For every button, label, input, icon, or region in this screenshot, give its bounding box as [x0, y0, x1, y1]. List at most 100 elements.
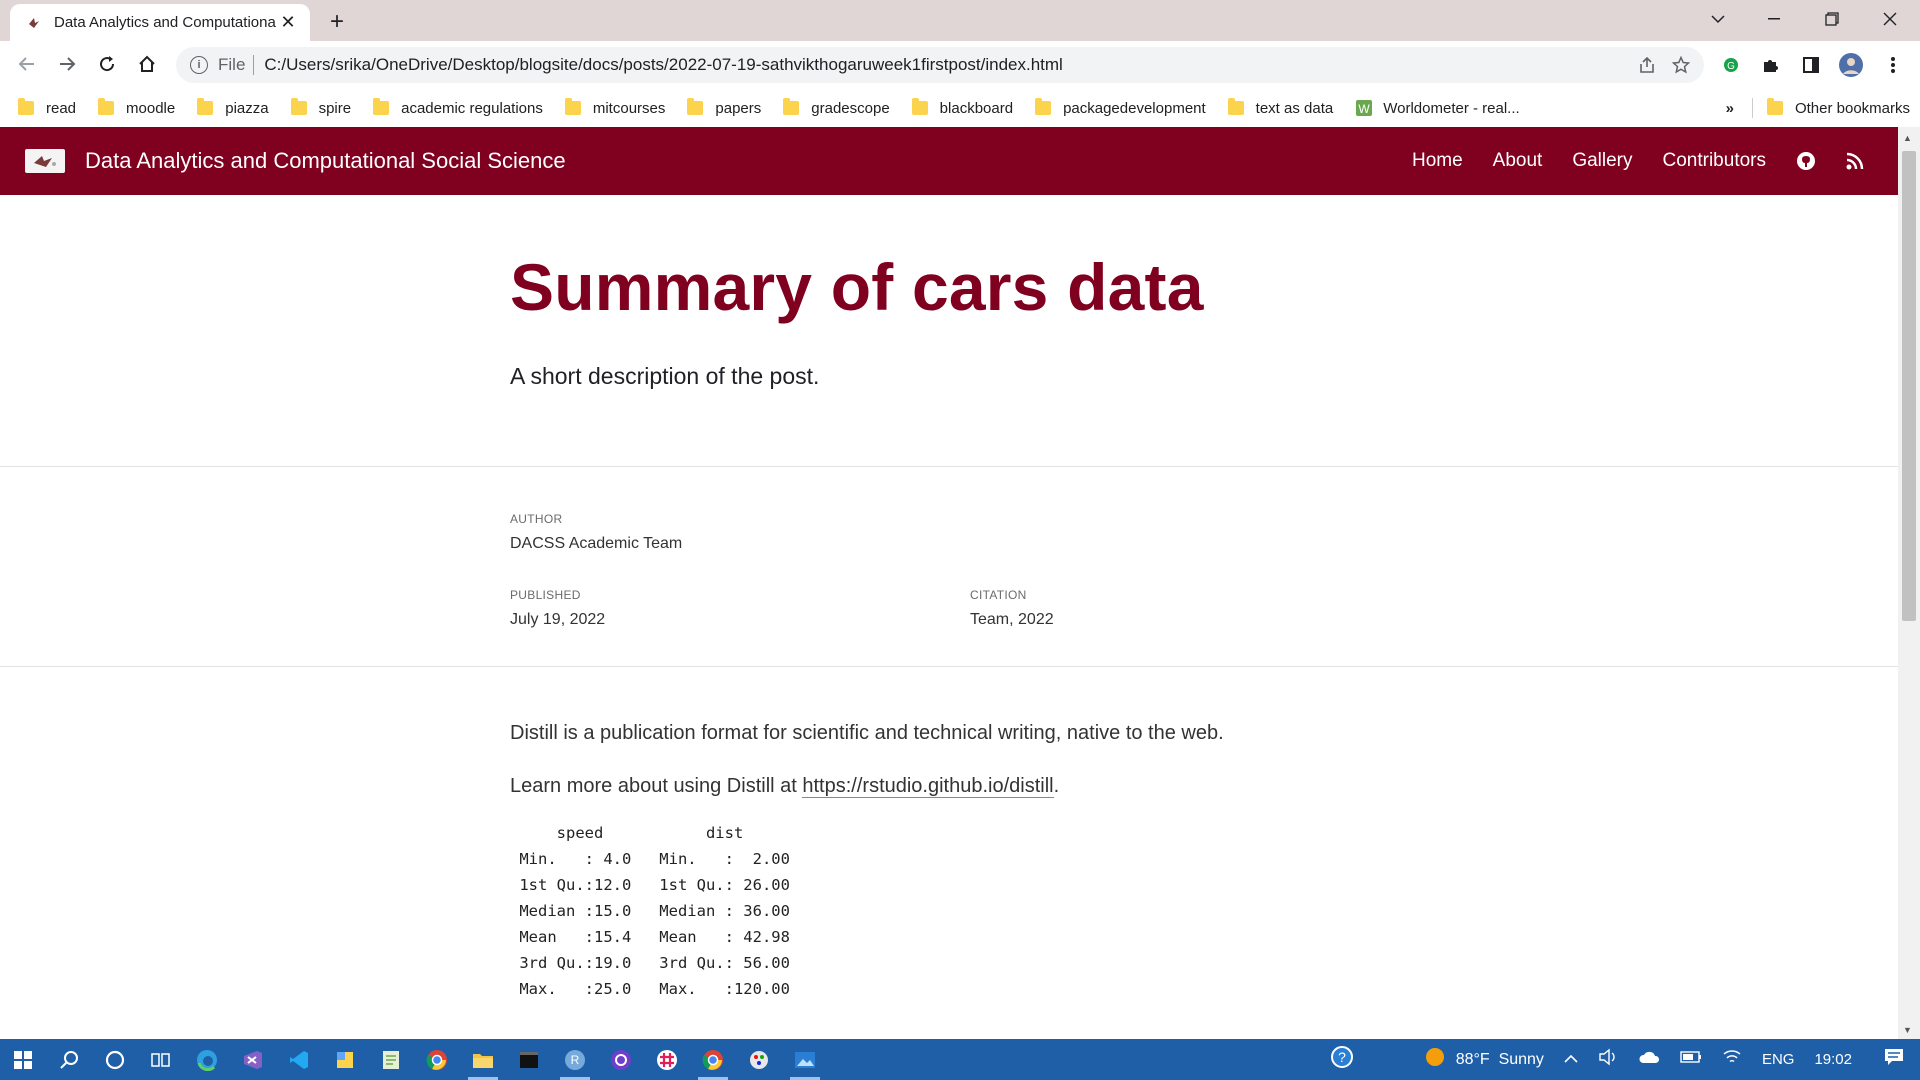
- bookmark-label: piazza: [225, 99, 269, 117]
- site-logo[interactable]: [25, 149, 65, 173]
- bookmark-worldometer[interactable]: W Worldometer - real...: [1355, 99, 1520, 117]
- address-bar[interactable]: i File C:/Users/srika/OneDrive/Desktop/b…: [176, 47, 1704, 83]
- browser-toolbar: i File C:/Users/srika/OneDrive/Desktop/b…: [0, 41, 1920, 89]
- folder-icon: [98, 98, 115, 115]
- new-tab-icon[interactable]: +: [322, 8, 352, 36]
- photos-app-icon[interactable]: [782, 1039, 828, 1080]
- edge-app-icon[interactable]: [184, 1039, 230, 1080]
- reload-icon[interactable]: [90, 47, 124, 81]
- file-explorer-app-icon[interactable]: [460, 1039, 506, 1080]
- paint-app-icon[interactable]: [736, 1039, 782, 1080]
- bookmark-academic-regulations[interactable]: academic regulations: [373, 98, 543, 117]
- nav-gallery[interactable]: Gallery: [1572, 150, 1632, 172]
- scroll-thumb[interactable]: [1902, 151, 1916, 621]
- close-window-icon[interactable]: [1862, 0, 1918, 38]
- bookmark-label: Worldometer - real...: [1383, 99, 1520, 117]
- bookmarks-right: » Other bookmarks: [1726, 89, 1910, 127]
- web-page: Data Analytics and Computational Social …: [0, 127, 1898, 1039]
- side-panel-icon[interactable]: [1794, 48, 1828, 82]
- bookmark-label: read: [46, 99, 77, 117]
- forward-icon[interactable]: [50, 47, 84, 81]
- other-bookmarks[interactable]: Other bookmarks: [1795, 100, 1910, 117]
- chrome-active-app-icon[interactable]: [690, 1039, 736, 1080]
- svg-text:?: ?: [1338, 1049, 1346, 1065]
- tab-search-icon[interactable]: [1690, 0, 1746, 38]
- url-text[interactable]: C:/Users/srika/OneDrive/Desktop/blogsite…: [264, 55, 1630, 75]
- page-scrollbar[interactable]: ▲ ▼: [1898, 127, 1920, 1039]
- nav-home[interactable]: Home: [1412, 150, 1463, 172]
- search-icon[interactable]: [46, 1039, 92, 1080]
- worldometer-icon: W: [1355, 99, 1373, 117]
- extensions-puzzle-icon[interactable]: [1754, 48, 1788, 82]
- bookmarks-overflow-button[interactable]: »: [1726, 100, 1734, 117]
- minimize-icon[interactable]: [1746, 0, 1802, 38]
- url-scheme: File: [218, 55, 246, 74]
- windows-start-icon[interactable]: [0, 1039, 46, 1080]
- bookmark-label: blackboard: [939, 99, 1014, 117]
- folder-icon: [197, 98, 214, 115]
- bookmark-gradescope[interactable]: gradescope: [783, 98, 890, 117]
- battery-icon[interactable]: [1680, 1050, 1702, 1069]
- bookmark-spire[interactable]: spire: [290, 98, 352, 117]
- tray-overflow-icon[interactable]: [1564, 1051, 1578, 1069]
- folder-icon: [911, 98, 928, 115]
- profile-avatar[interactable]: [1834, 48, 1868, 82]
- weather-text[interactable]: 88°F Sunny: [1456, 1051, 1544, 1069]
- slack-app-icon[interactable]: [644, 1039, 690, 1080]
- bookmark-piazza[interactable]: piazza: [197, 98, 269, 117]
- bookmark-blackboard[interactable]: blackboard: [911, 98, 1014, 117]
- post-body: Distill is a publication format for scie…: [0, 667, 1898, 1002]
- bookmark-read[interactable]: read: [18, 98, 77, 117]
- notepad-app-icon[interactable]: [368, 1039, 414, 1080]
- language-indicator[interactable]: ENG: [1762, 1051, 1795, 1068]
- svg-text:G: G: [1727, 61, 1735, 72]
- weather-icon[interactable]: [1424, 1046, 1446, 1073]
- folder-icon: [1766, 98, 1783, 115]
- close-tab-icon[interactable]: ✕: [276, 11, 300, 35]
- chrome-app-icon[interactable]: [414, 1039, 460, 1080]
- folder-icon: [687, 98, 704, 115]
- scroll-down-icon[interactable]: ▼: [1903, 1025, 1912, 1035]
- onedrive-icon[interactable]: [1638, 1049, 1660, 1070]
- scroll-up-icon[interactable]: ▲: [1903, 133, 1912, 143]
- home-icon[interactable]: [130, 47, 164, 81]
- volume-icon[interactable]: [1598, 1048, 1618, 1071]
- intro-paragraph: Distill is a publication format for scie…: [510, 722, 1224, 744]
- clock[interactable]: 19:02: [1814, 1051, 1852, 1068]
- wifi-icon[interactable]: [1722, 1049, 1742, 1070]
- share-icon[interactable]: [1630, 48, 1664, 82]
- github-desktop-app-icon[interactable]: [598, 1039, 644, 1080]
- back-icon[interactable]: [10, 47, 44, 81]
- grammarly-extension-icon[interactable]: G: [1714, 48, 1748, 82]
- system-tray: ? 88°F Sunny ENG 19:02: [1320, 1039, 1920, 1080]
- bookmark-packagedevelopment[interactable]: packagedevelopment: [1035, 98, 1206, 117]
- site-title[interactable]: Data Analytics and Computational Social …: [85, 148, 566, 174]
- bookmark-moodle[interactable]: moodle: [98, 98, 175, 117]
- bookmark-star-icon[interactable]: [1664, 48, 1698, 82]
- browser-tab[interactable]: Data Analytics and Computationa ✕: [10, 4, 310, 41]
- bookmark-mitcourses[interactable]: mitcourses: [564, 98, 665, 117]
- task-view-icon[interactable]: [138, 1039, 184, 1080]
- nav-about[interactable]: About: [1493, 150, 1543, 172]
- bookmark-papers[interactable]: papers: [687, 98, 761, 117]
- terminal-app-icon[interactable]: [506, 1039, 552, 1080]
- distill-link[interactable]: https://rstudio.github.io/distill: [802, 775, 1054, 798]
- chrome-menu-icon[interactable]: [1876, 48, 1910, 82]
- bookmark-text-as-data[interactable]: text as data: [1227, 98, 1334, 117]
- notification-icon[interactable]: [1884, 1048, 1904, 1071]
- cortana-icon[interactable]: [92, 1039, 138, 1080]
- restore-icon[interactable]: [1804, 0, 1860, 38]
- bookmark-label: spire: [318, 99, 352, 117]
- author-label: AUTHOR: [510, 512, 563, 526]
- nav-contributors[interactable]: Contributors: [1663, 150, 1767, 172]
- bookmark-label: text as data: [1255, 99, 1334, 117]
- rstudio-app-icon[interactable]: R: [552, 1039, 598, 1080]
- visual-studio-app-icon[interactable]: [230, 1039, 276, 1080]
- site-info-icon[interactable]: i: [190, 56, 208, 74]
- help-icon[interactable]: ?: [1330, 1045, 1354, 1074]
- rss-icon[interactable]: [1846, 152, 1864, 170]
- bookmark-label: academic regulations: [401, 99, 543, 117]
- github-icon[interactable]: [1796, 151, 1816, 171]
- sticky-notes-app-icon[interactable]: [322, 1039, 368, 1080]
- vscode-app-icon[interactable]: [276, 1039, 322, 1080]
